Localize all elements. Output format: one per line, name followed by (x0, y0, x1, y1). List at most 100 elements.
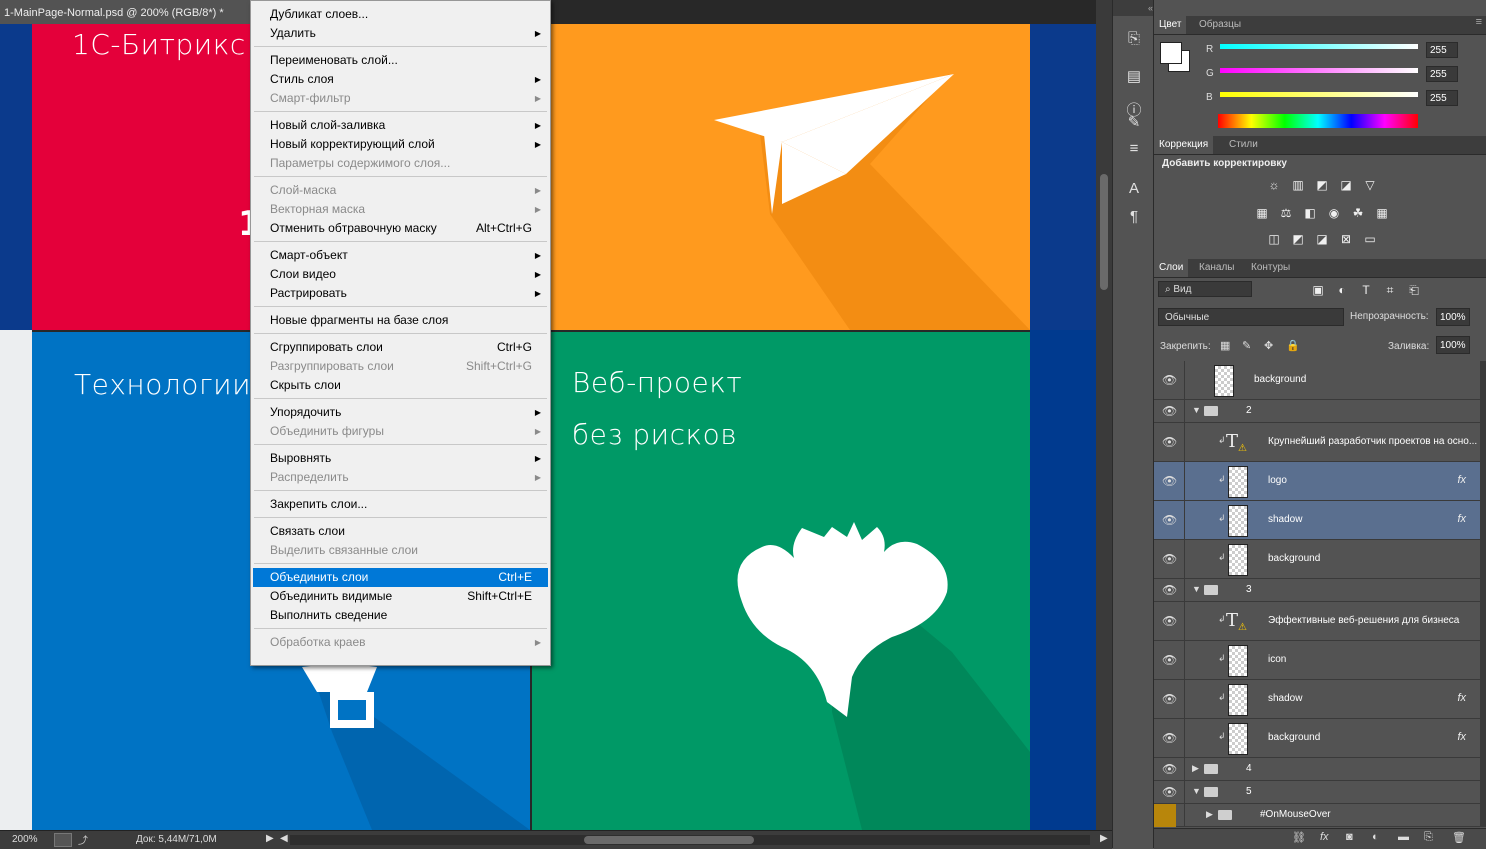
visibility-eye-icon[interactable]: 👁 (1162, 552, 1177, 566)
menu-item[interactable]: Переименовать слой... (253, 51, 548, 70)
new-group-icon[interactable]: ▬ (1398, 831, 1409, 843)
black-white-icon[interactable]: ◧ (1302, 206, 1318, 220)
visibility-eye-icon[interactable]: 👁 (1162, 404, 1177, 418)
new-adjustment-icon[interactable]: ◐ (1372, 831, 1379, 843)
foreground-color-swatch[interactable] (1160, 42, 1182, 64)
layer-group-row[interactable]: ▶ #OnMouseOver (1154, 804, 1480, 827)
visibility-eye-icon[interactable]: 👁 (1162, 513, 1177, 527)
opacity-input[interactable]: 100% (1436, 308, 1470, 326)
layer-row[interactable]: 👁 ↲ T ⚠ Эффективные веб-решения для бизнеса (1154, 602, 1480, 641)
visibility-eye-icon[interactable]: 👁 (1162, 474, 1177, 488)
channel-mixer-icon[interactable]: ☘ (1350, 206, 1366, 220)
vertical-scroll-thumb[interactable] (1100, 174, 1108, 290)
history-icon[interactable]: ⎘ (1123, 28, 1145, 50)
add-style-icon[interactable]: fx (1320, 831, 1329, 843)
lock-transparent-icon[interactable]: ▦ (1220, 339, 1230, 352)
blue-slider[interactable] (1220, 92, 1418, 97)
vibrance-icon[interactable]: ▽ (1362, 178, 1378, 192)
expand-down-icon[interactable]: ▼ (1192, 584, 1201, 594)
status-menu-arrow-icon[interactable]: ▶ (266, 833, 274, 844)
tab-layers[interactable]: Слои (1154, 259, 1189, 277)
visibility-eye-icon[interactable]: 👁 (1162, 692, 1177, 706)
red-slider[interactable] (1220, 44, 1418, 49)
filter-smart-icon[interactable]: ⎗ (1406, 283, 1422, 297)
layer-row[interactable]: 👁 background (1154, 361, 1480, 400)
brush-icon[interactable]: ✎ (1123, 112, 1145, 134)
layer-effects-icon[interactable]: fx (1457, 513, 1466, 525)
document-tab[interactable]: 1-MainPage-Normal.psd @ 200% (RGB/8*) * (0, 0, 250, 24)
layer-effects-icon[interactable]: fx (1457, 692, 1466, 704)
visibility-eye-icon[interactable]: 👁 (1162, 785, 1177, 799)
menu-item[interactable]: Смарт-объект ▶ (253, 246, 548, 265)
tab-swatches[interactable]: Образцы (1194, 16, 1246, 34)
delete-layer-icon[interactable]: 🗑 (1452, 831, 1466, 844)
menu-item[interactable]: Выполнить сведение (253, 606, 548, 625)
selective-color-icon[interactable]: ▭ (1362, 232, 1378, 246)
horizontal-scroll-thumb[interactable] (584, 836, 754, 844)
visibility-eye-icon[interactable]: 👁 (1162, 614, 1177, 628)
menu-item[interactable]: Связать слои (253, 522, 548, 541)
layer-row[interactable]: 👁 ↲ background fx (1154, 719, 1480, 758)
filter-shape-icon[interactable]: ⌗ (1382, 283, 1398, 297)
add-mask-icon[interactable]: ◙ (1346, 831, 1353, 843)
collapse-strip-icon[interactable]: « (1113, 0, 1153, 16)
invert-icon[interactable]: ◫ (1266, 232, 1282, 246)
visibility-eye-icon[interactable]: 👁 (1162, 731, 1177, 745)
menu-item[interactable]: Упорядочить ▶ (253, 403, 548, 422)
layer-filter-select[interactable]: ⌕ Вид (1158, 281, 1252, 297)
fill-input[interactable]: 100% (1436, 336, 1470, 354)
paragraph-icon[interactable]: ¶ (1123, 206, 1145, 228)
visibility-eye-icon[interactable]: 👁 (1162, 653, 1177, 667)
expand-down-icon[interactable]: ▼ (1192, 405, 1201, 415)
hue-saturation-icon[interactable]: ▦ (1254, 206, 1270, 220)
layer-row[interactable]: 👁 ↲ shadow fx (1154, 680, 1480, 719)
expand-down-icon[interactable]: ▼ (1192, 786, 1201, 796)
status-icon[interactable] (54, 833, 72, 847)
color-spectrum-bar[interactable] (1218, 114, 1418, 128)
brightness-icon[interactable]: ☼ (1266, 178, 1282, 192)
menu-item[interactable]: Скрыть слои (253, 376, 548, 395)
green-slider[interactable] (1220, 68, 1418, 73)
new-layer-icon[interactable]: ⎘ (1424, 831, 1433, 844)
lock-pixels-icon[interactable]: ✎ (1242, 339, 1251, 352)
curves-icon[interactable]: ◩ (1314, 178, 1330, 192)
panel-menu-icon[interactable]: ≡ (1476, 16, 1482, 28)
layer-row[interactable]: 👁 ↲ icon (1154, 641, 1480, 680)
horizontal-scrollbar[interactable] (290, 835, 1090, 845)
layers-scrollbar[interactable] (1480, 361, 1486, 827)
menu-item[interactable]: Выровнять ▶ (253, 449, 548, 468)
scroll-right-icon[interactable]: ▶ (1100, 833, 1108, 844)
properties-icon[interactable]: ▤ (1123, 66, 1145, 88)
menu-item[interactable]: Растрировать ▶ (253, 284, 548, 303)
visibility-eye-icon[interactable] (1154, 804, 1176, 827)
scroll-left-icon[interactable]: ◀ (280, 833, 288, 844)
menu-item[interactable]: Новый корректирующий слой ▶ (253, 135, 548, 154)
layer-group-row[interactable]: 👁 ▼ 2 (1154, 400, 1480, 423)
layer-row[interactable]: 👁 ↲ background (1154, 540, 1480, 579)
menu-item[interactable]: Сгруппировать слои Ctrl+G (253, 338, 548, 357)
layer-row[interactable]: 👁 ↲ shadow fx (1154, 501, 1480, 540)
tab-paths[interactable]: Контуры (1246, 259, 1295, 277)
expand-right-icon[interactable]: ▶ (1206, 809, 1213, 820)
filter-type-icon[interactable]: T (1358, 283, 1374, 297)
zoom-level[interactable]: 200% (12, 834, 38, 845)
menu-item[interactable]: Новые фрагменты на базе слоя (253, 311, 548, 330)
link-layers-icon[interactable]: ⛓ (1292, 831, 1306, 844)
tab-color[interactable]: Цвет (1154, 16, 1187, 34)
exposure-icon[interactable]: ◪ (1338, 178, 1354, 192)
blend-mode-select[interactable]: Обычные (1158, 308, 1344, 326)
layer-row[interactable]: 👁 ↲ T ⚠ Крупнейший разработчик проектов на о… (1154, 423, 1480, 462)
photo-filter-icon[interactable]: ◉ (1326, 206, 1342, 220)
layer-group-row[interactable]: 👁 ▼ 5 (1154, 781, 1480, 804)
posterize-icon[interactable]: ◩ (1290, 232, 1306, 246)
visibility-eye-icon[interactable]: 👁 (1162, 762, 1177, 776)
levels-icon[interactable]: ▥ (1290, 178, 1306, 192)
menu-item[interactable]: Закрепить слои... (253, 495, 548, 514)
share-icon[interactable]: ⤴ (78, 832, 88, 847)
color-lookup-icon[interactable]: ▦ (1374, 206, 1390, 220)
menu-item[interactable]: Объединить видимые Shift+Ctrl+E (253, 587, 548, 606)
blue-value-input[interactable]: 255 (1426, 90, 1458, 106)
visibility-eye-icon[interactable]: 👁 (1162, 373, 1177, 387)
threshold-icon[interactable]: ◪ (1314, 232, 1330, 246)
layer-group-row[interactable]: 👁 ▶ 4 (1154, 758, 1480, 781)
